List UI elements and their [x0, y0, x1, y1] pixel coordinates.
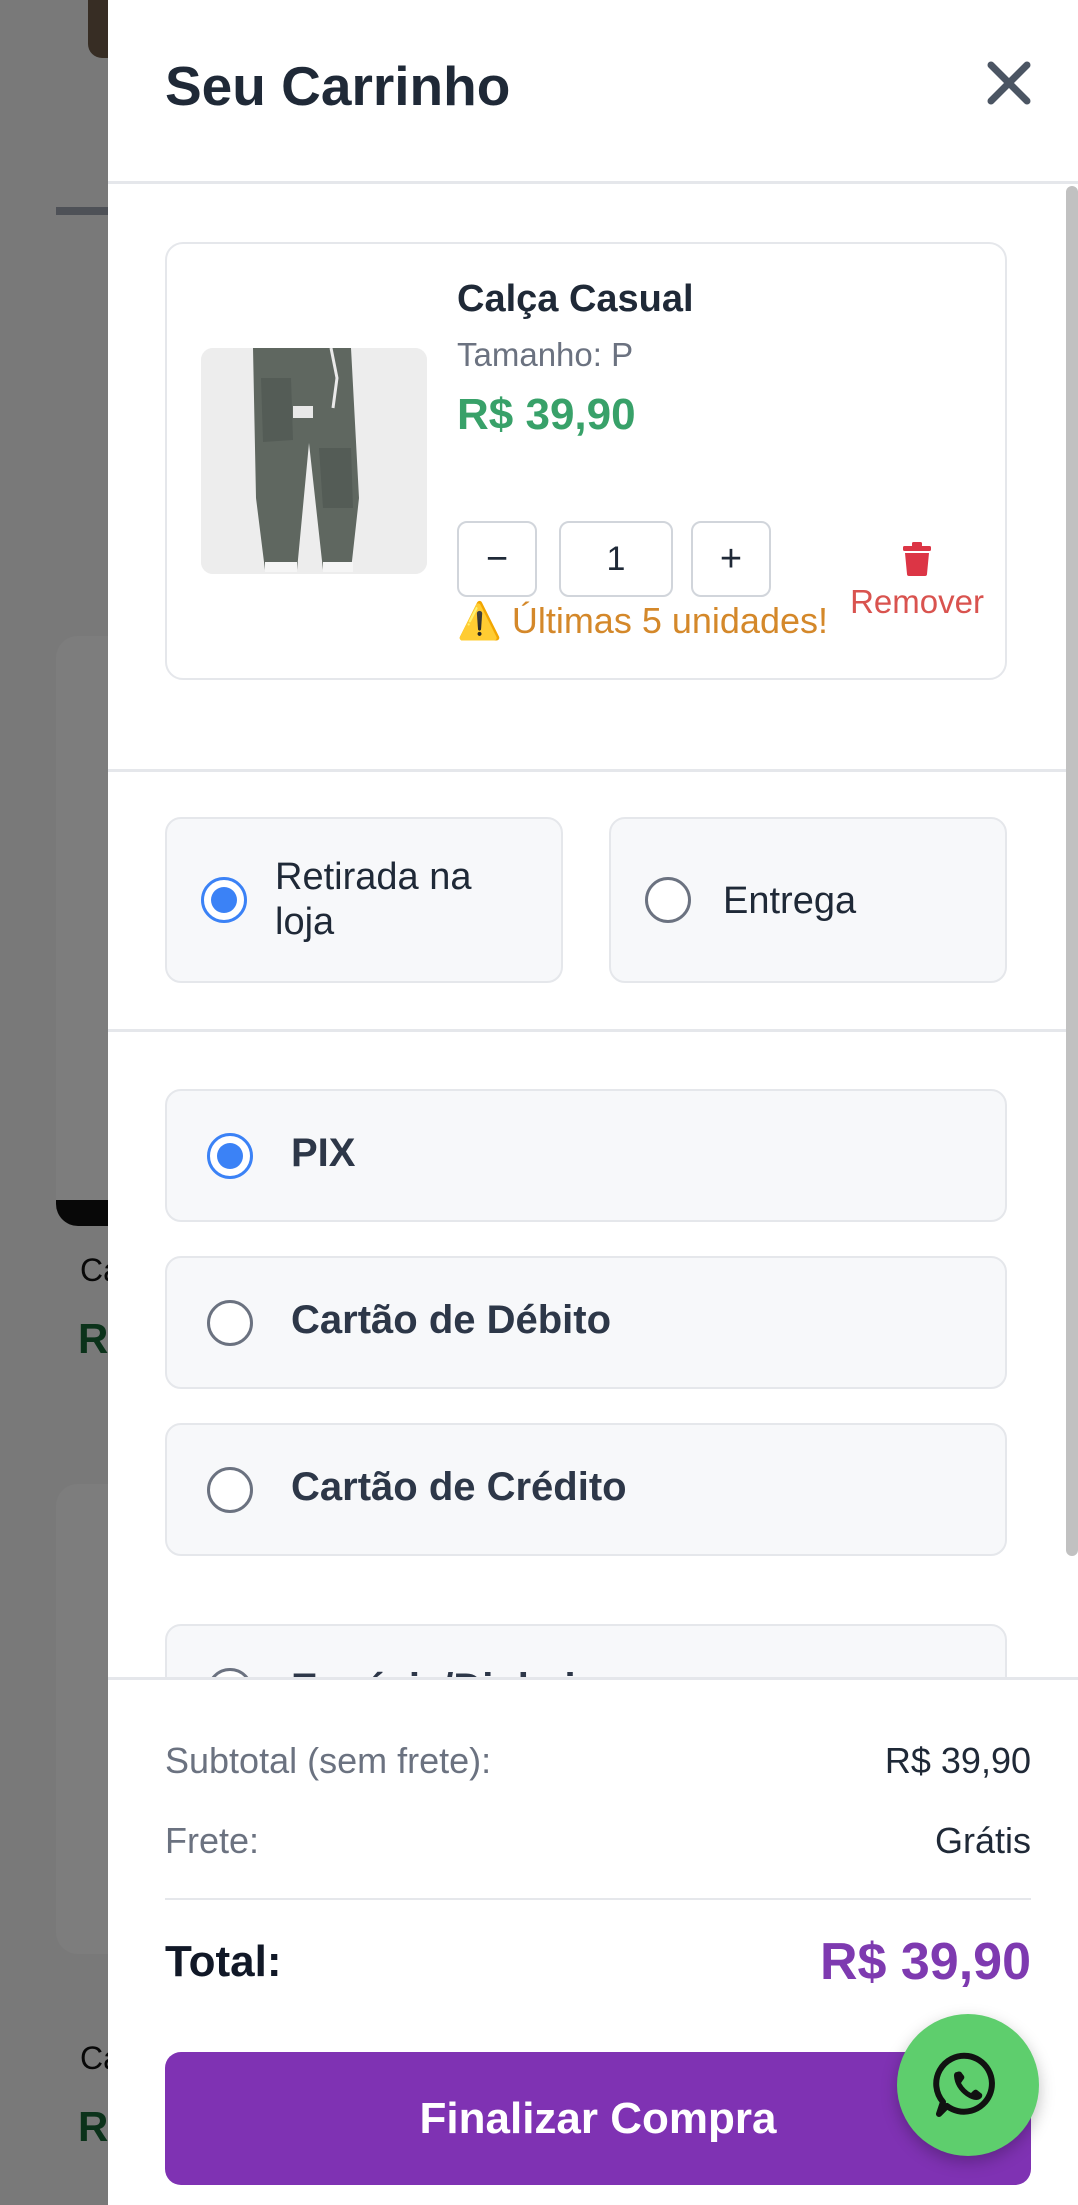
cart-item-card: Calça Casual Tamanho: P R$ 39,90 − 1 + R… [165, 242, 1007, 680]
delivery-option-pickup[interactable]: Retirada na loja [165, 817, 563, 983]
cash-radio[interactable] [207, 1668, 253, 1677]
total-label: Total: [165, 1937, 282, 1986]
scrollbar[interactable] [1066, 186, 1078, 1556]
cart-scroll-area[interactable]: Calça Casual Tamanho: P R$ 39,90 − 1 + R… [108, 187, 1078, 1677]
trash-icon [903, 542, 931, 576]
quantity-input[interactable]: 1 [559, 521, 673, 597]
pix-radio[interactable] [207, 1133, 253, 1179]
subtotal-row: Subtotal (sem frete): R$ 39,90 [165, 1740, 1031, 1782]
payment-option-label: Cartão de Crédito [291, 1465, 627, 1509]
total-value: R$ 39,90 [819, 1933, 1031, 1991]
section-divider [108, 1029, 1078, 1032]
remove-item-label: Remover [850, 583, 984, 620]
cart-title: Seu Carrinho [165, 55, 511, 117]
pickup-label: Retirada na loja [275, 856, 472, 943]
payment-option-label: PIX [291, 1131, 356, 1175]
product-name: Calça Casual [457, 278, 694, 320]
close-button[interactable] [978, 52, 1040, 114]
payment-option-pix[interactable]: PIX [165, 1089, 1007, 1222]
whatsapp-button[interactable] [897, 2014, 1039, 2156]
debit-radio[interactable] [207, 1300, 253, 1346]
subtotal-label: Subtotal (sem frete): [165, 1740, 492, 1781]
payment-option-cash[interactable]: Espécie/Dinheiro [165, 1624, 1007, 1677]
product-price: R$ 39,90 [457, 390, 636, 439]
payment-option-credit[interactable]: Cartão de Crédito [165, 1423, 1007, 1556]
close-icon [987, 61, 1031, 105]
remove-item-button[interactable]: Remover [827, 542, 1007, 621]
increase-quantity-button[interactable]: + [691, 521, 771, 597]
payment-option-label: Cartão de Débito [291, 1298, 612, 1342]
cart-drawer: Seu Carrinho Calça Casual Tamanho: P R$ … [108, 0, 1078, 2205]
shipping-fee-label: Frete: [165, 1820, 260, 1861]
cart-header: Seu Carrinho [108, 0, 1078, 184]
pickup-radio[interactable] [201, 877, 247, 923]
product-size: Tamanho: P [457, 336, 634, 373]
total-row: Total: R$ 39,90 [165, 1932, 1031, 1992]
payment-option-label: Espécie/Dinheiro [291, 1666, 616, 1677]
section-divider [108, 769, 1078, 772]
delivery-option-shipping[interactable]: Entrega [609, 817, 1007, 983]
decrease-quantity-button[interactable]: − [457, 521, 537, 597]
shipping-label: Entrega [723, 880, 857, 922]
shipping-row: Frete: Grátis [165, 1820, 1031, 1862]
whatsapp-icon [933, 2052, 995, 2117]
shipping-radio[interactable] [645, 877, 691, 923]
stock-warning: ⚠️ Últimas 5 unidades! [457, 600, 828, 641]
subtotal-value: R$ 39,90 [884, 1740, 1031, 1781]
shipping-fee-value: Grátis [934, 1820, 1031, 1861]
payment-option-debit[interactable]: Cartão de Débito [165, 1256, 1007, 1389]
product-image [201, 348, 427, 574]
summary-divider [165, 1898, 1031, 1900]
credit-radio[interactable] [207, 1467, 253, 1513]
